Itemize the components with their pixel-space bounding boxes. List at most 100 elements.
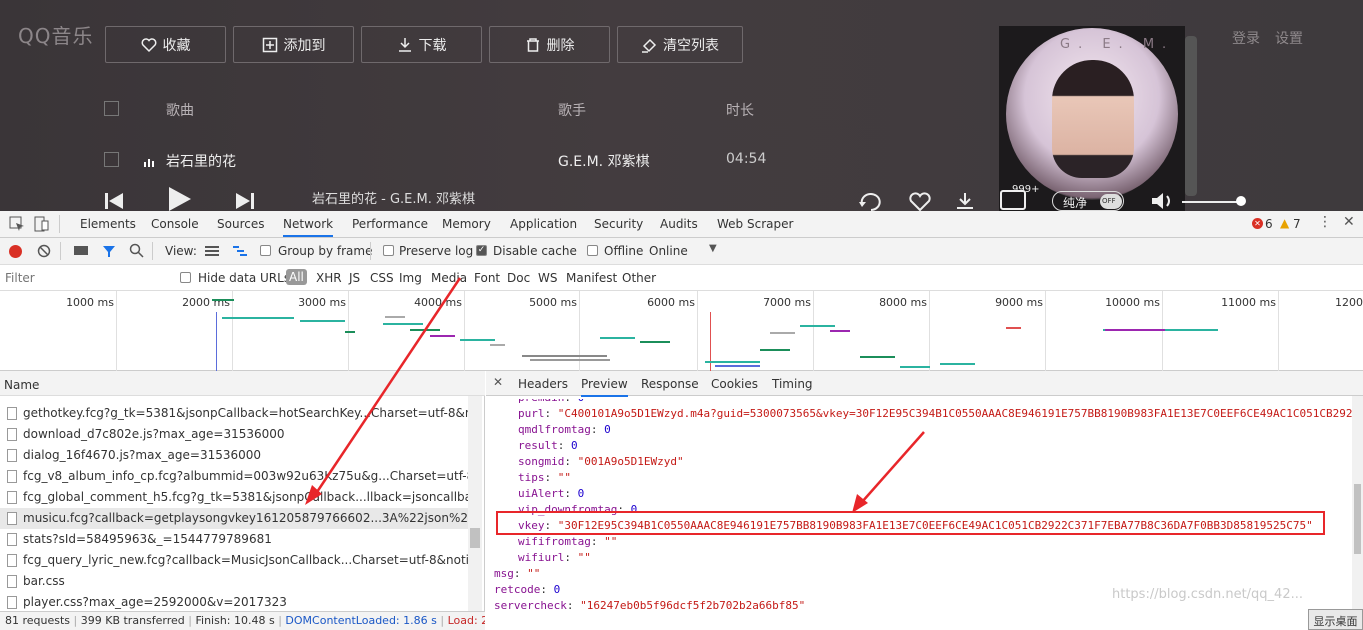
network-timeline[interactable]: 1000 ms 2000 ms 3000 ms 4000 ms 5000 ms 6000 … — [0, 291, 1363, 371]
request-name: fcg_query_lyric_new.fcg?callback=MusicJs… — [23, 553, 468, 567]
tab-elements[interactable]: Elements — [80, 217, 136, 231]
filter-type-manifest[interactable]: Manifest — [566, 271, 617, 285]
login-link[interactable]: 登录 — [1232, 28, 1260, 48]
tab-network[interactable]: Network — [283, 217, 334, 237]
volume-slider[interactable] — [1182, 201, 1240, 203]
json-key: purl — [518, 407, 545, 420]
volume-icon[interactable] — [1150, 190, 1176, 211]
hide-data-urls-checkbox[interactable] — [180, 272, 191, 283]
detail-tab-response[interactable]: Response — [641, 377, 699, 391]
chevron-down-icon[interactable]: ▼ — [709, 243, 717, 254]
request-list-pane: Name gethotkey.fcg?g_tk=5381&jsonpCallba… — [0, 371, 485, 611]
detail-tab-preview[interactable]: Preview — [581, 377, 628, 397]
filter-type-doc[interactable]: Doc — [507, 271, 530, 285]
error-count[interactable]: 6 — [1265, 217, 1273, 231]
error-icon[interactable]: ✕ — [1252, 218, 1263, 229]
filter-type-img[interactable]: Img — [399, 271, 422, 285]
device-toolbar-icon[interactable] — [34, 216, 50, 235]
tab-web-scraper[interactable]: Web Scraper — [717, 217, 793, 231]
inspect-element-icon[interactable] — [9, 216, 25, 235]
tab-console[interactable]: Console — [151, 217, 199, 231]
toolbar-button-1[interactable]: 添加到 — [233, 26, 354, 63]
request-row[interactable]: dialog_16f4670.js?max_age=31536000 — [0, 445, 468, 466]
next-track-icon[interactable] — [234, 190, 256, 211]
preserve-log-checkbox[interactable] — [383, 245, 394, 256]
warning-count[interactable]: 7 — [1293, 217, 1301, 231]
song-title[interactable]: 岩石里的花 — [166, 151, 236, 171]
record-icon[interactable] — [9, 245, 22, 258]
detail-tab-headers[interactable]: Headers — [518, 377, 568, 391]
request-row[interactable]: fcg_query_lyric_new.fcg?callback=MusicJs… — [0, 550, 468, 571]
scroll-thumb[interactable] — [470, 528, 480, 548]
loop-icon[interactable] — [858, 192, 884, 211]
throttling-select[interactable]: Online — [649, 244, 688, 258]
download-song-icon[interactable] — [953, 191, 977, 211]
request-row[interactable]: fcg_v8_album_info_cp.fcg?albummid=003w92… — [0, 466, 468, 487]
json-value: 0 — [577, 487, 585, 500]
prev-track-icon[interactable] — [103, 190, 125, 211]
close-detail-icon[interactable]: ✕ — [493, 375, 503, 389]
detail-tab-timing[interactable]: Timing — [772, 377, 813, 391]
divider — [370, 242, 371, 260]
large-rows-icon[interactable] — [205, 245, 219, 260]
filter-icon[interactable] — [102, 244, 116, 261]
offline-checkbox[interactable] — [587, 245, 598, 256]
divider — [152, 242, 153, 260]
tab-audits[interactable]: Audits — [660, 217, 698, 231]
filter-type-all[interactable]: All — [286, 269, 307, 285]
screenshot-icon[interactable] — [74, 246, 88, 255]
filter-type-js[interactable]: JS — [349, 271, 360, 285]
play-icon[interactable] — [166, 186, 192, 211]
column-duration[interactable]: 时长 — [726, 100, 754, 120]
request-name: stats?sId=58495963&_=1544779789681 — [23, 532, 272, 546]
filter-type-media[interactable]: Media — [431, 271, 467, 285]
warning-icon[interactable]: ▲ — [1280, 216, 1289, 230]
filter-type-ws[interactable]: WS — [538, 271, 557, 285]
tab-memory[interactable]: Memory — [442, 217, 491, 231]
group-by-frame-checkbox[interactable] — [260, 245, 271, 256]
tab-sources[interactable]: Sources — [217, 217, 264, 231]
show-desktop-button[interactable]: 显示桌面 — [1308, 609, 1363, 630]
preview-scrollbar[interactable] — [1352, 396, 1363, 611]
request-row[interactable]: stats?sId=58495963&_=1544779789681 — [0, 529, 468, 550]
filter-type-font[interactable]: Font — [474, 271, 500, 285]
column-artist[interactable]: 歌手 — [558, 100, 586, 120]
overview-icon[interactable] — [233, 245, 247, 260]
timeline-request-bar — [383, 323, 423, 325]
volume-handle[interactable] — [1236, 196, 1246, 206]
detail-tab-cookies[interactable]: Cookies — [711, 377, 758, 391]
settings-link[interactable]: 设置 — [1275, 28, 1303, 48]
disable-cache-checkbox[interactable]: ✓ — [476, 245, 487, 256]
toolbar-button-3[interactable]: 删除 — [489, 26, 610, 63]
filter-type-css[interactable]: CSS — [370, 271, 394, 285]
request-row[interactable]: musicu.fcg?callback=getplaysongvkey16120… — [0, 508, 468, 529]
song-checkbox[interactable] — [104, 152, 119, 167]
tab-application[interactable]: Application — [510, 217, 577, 231]
more-menu-icon[interactable]: ⋮ — [1318, 214, 1332, 230]
request-row[interactable]: fcg_global_comment_h5.fcg?g_tk=5381&json… — [0, 487, 468, 508]
request-list-scrollbar[interactable] — [468, 396, 482, 611]
scroll-thumb[interactable] — [1354, 484, 1361, 554]
like-icon[interactable] — [908, 192, 932, 211]
search-icon[interactable] — [129, 243, 144, 261]
tab-security[interactable]: Security — [594, 217, 643, 231]
toolbar-button-2[interactable]: 下载 — [361, 26, 482, 63]
request-row[interactable]: gethotkey.fcg?g_tk=5381&jsonpCallback=ho… — [0, 403, 468, 424]
request-row[interactable]: bar.css — [0, 571, 468, 592]
filter-type-xhr[interactable]: XHR — [316, 271, 342, 285]
clear-icon[interactable] — [37, 244, 51, 261]
request-row[interactable]: download_d7c802e.js?max_age=31536000 — [0, 424, 468, 445]
toolbar-button-0[interactable]: 收藏 — [105, 26, 226, 63]
close-devtools-icon[interactable]: ✕ — [1343, 214, 1355, 230]
filter-type-other[interactable]: Other — [622, 271, 656, 285]
select-all-checkbox[interactable] — [104, 101, 119, 116]
name-column-header[interactable]: Name — [0, 371, 485, 396]
timeline-tick: 7000 ms — [763, 296, 811, 309]
json-value: 0 — [604, 423, 611, 436]
tab-performance[interactable]: Performance — [352, 217, 428, 231]
filter-input[interactable] — [2, 268, 167, 288]
column-song[interactable]: 歌曲 — [166, 100, 194, 120]
request-row[interactable]: player.css?max_age=2592000&v=2017323 — [0, 592, 468, 613]
song-artist[interactable]: G.E.M. 邓紫棋 — [558, 151, 650, 171]
toolbar-button-4[interactable]: 清空列表 — [617, 26, 743, 63]
